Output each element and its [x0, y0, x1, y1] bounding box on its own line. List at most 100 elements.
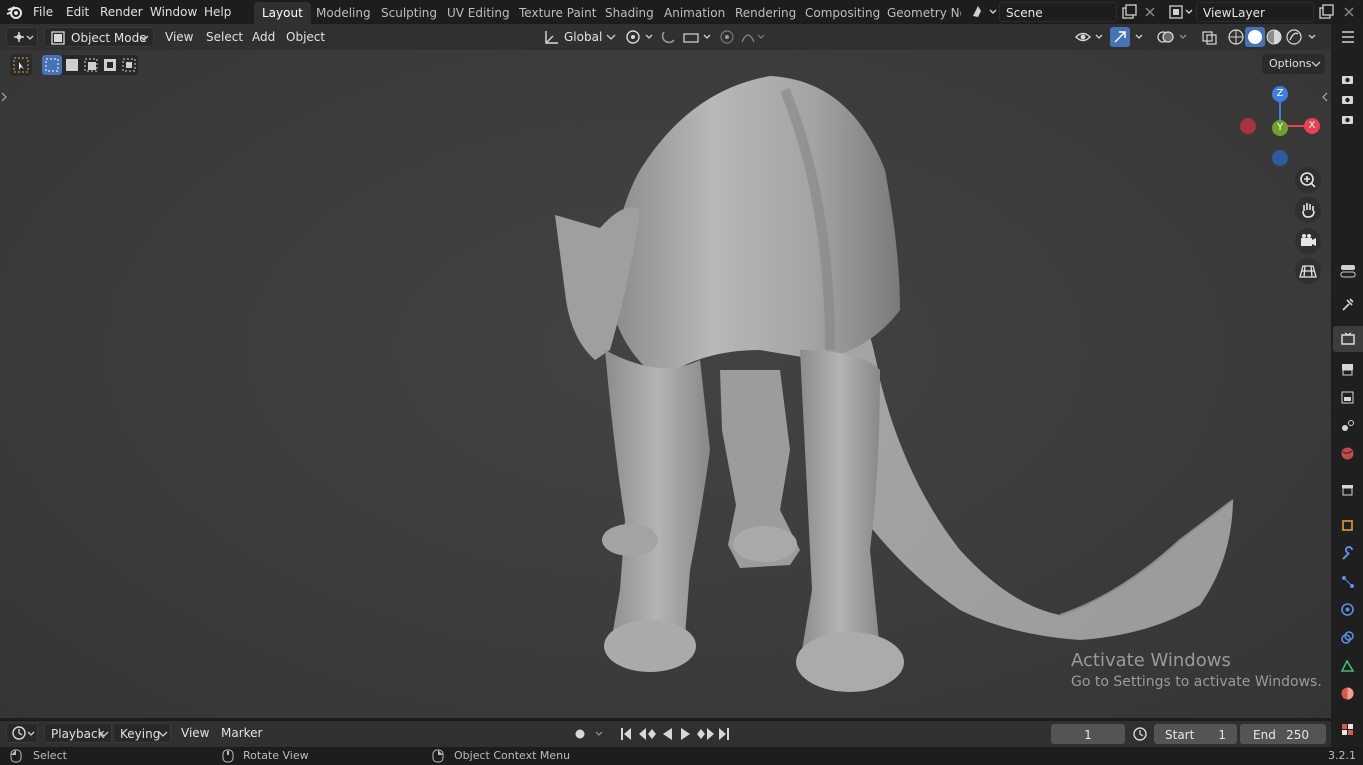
- gizmo-y-axis[interactable]: Y: [1272, 120, 1288, 136]
- menu-window[interactable]: Window: [144, 3, 203, 21]
- gizmo-x-axis[interactable]: X: [1304, 118, 1320, 134]
- current-frame-value: 1: [1084, 728, 1092, 742]
- tab-shading[interactable]: Shading: [597, 2, 662, 24]
- end-frame-field[interactable]: End 250: [1240, 724, 1326, 744]
- data-properties-icon[interactable]: [1340, 658, 1355, 673]
- orientation-label: Global: [564, 30, 603, 44]
- render-properties-tab[interactable]: [1333, 326, 1363, 352]
- mode-dropdown[interactable]: Object Mode: [44, 27, 154, 47]
- play-reverse-icon: [663, 728, 672, 740]
- material-preview-icon[interactable]: [1264, 27, 1284, 47]
- menu-render[interactable]: Render: [94, 3, 149, 21]
- playback-controls[interactable]: [616, 725, 738, 743]
- tab-layout[interactable]: Layout: [254, 2, 311, 24]
- solid-shading-button[interactable]: [1245, 27, 1265, 47]
- gizmo-toggle-button[interactable]: [1110, 27, 1130, 47]
- wireframe-shading-icon[interactable]: [1226, 27, 1246, 47]
- physics-properties-icon[interactable]: [1340, 602, 1355, 617]
- snap-icon[interactable]: [660, 28, 714, 46]
- transform-orientation-dropdown[interactable]: Global: [538, 27, 618, 47]
- rendered-shading-icon[interactable]: [1284, 27, 1304, 47]
- gizmo-z-axis[interactable]: Z: [1272, 86, 1288, 102]
- editor-type-dropdown[interactable]: [6, 27, 38, 47]
- material-properties-icon[interactable]: [1340, 686, 1355, 701]
- gizmo-neg-z-axis[interactable]: [1272, 150, 1288, 166]
- auto-keying-icon[interactable]: [570, 725, 610, 743]
- timeline-menu-view[interactable]: View: [175, 723, 215, 743]
- camera-object-icon[interactable]: [1340, 92, 1355, 107]
- gizmo-neg-x-axis[interactable]: [1240, 118, 1256, 134]
- tab-animation[interactable]: Animation: [656, 2, 733, 24]
- keying-menu[interactable]: Keying: [113, 723, 171, 743]
- zoom-icon: [1300, 172, 1316, 188]
- blender-logo-icon[interactable]: [6, 3, 24, 21]
- 3d-viewport[interactable]: Options Z X Y Activate Windows Go to Set…: [0, 50, 1331, 718]
- menu-help[interactable]: Help: [198, 3, 237, 21]
- camera-collection-icon[interactable]: [1340, 72, 1355, 87]
- zoom-button[interactable]: [1295, 167, 1321, 193]
- properties-editor-icon[interactable]: [1339, 262, 1357, 280]
- collection-properties-icon[interactable]: [1340, 482, 1355, 497]
- light-object-icon[interactable]: [1340, 112, 1355, 127]
- gizmo-z-label: Z: [1276, 88, 1284, 99]
- constraints-properties-icon[interactable]: [1340, 630, 1355, 645]
- new-scene-icon[interactable]: [1120, 3, 1138, 21]
- cat-3d-model[interactable]: [0, 50, 1331, 718]
- tab-sculpting[interactable]: Sculpting: [373, 2, 445, 24]
- tab-texture-paint[interactable]: Texture Paint: [511, 2, 604, 24]
- tab-modeling[interactable]: Modeling: [308, 2, 379, 24]
- timeline-editor-type-dropdown[interactable]: [6, 723, 38, 743]
- chevron-down-icon: [99, 731, 109, 737]
- start-frame-field[interactable]: Start 1: [1154, 724, 1237, 744]
- pan-button[interactable]: [1295, 197, 1321, 223]
- jump-end-icon: [719, 728, 729, 740]
- header-menu-object[interactable]: Object: [280, 27, 331, 47]
- timeline-menu-marker[interactable]: Marker: [215, 723, 268, 743]
- overlays-icon[interactable]: [1156, 28, 1192, 46]
- header-menu-view[interactable]: View: [159, 27, 199, 47]
- modifier-properties-icon[interactable]: [1340, 546, 1355, 561]
- scene-browse-icon[interactable]: [970, 3, 998, 21]
- scene-name-text: Scene: [1006, 6, 1043, 20]
- scene-name-field[interactable]: Scene: [999, 2, 1117, 22]
- pivot-point-icon[interactable]: [624, 28, 656, 46]
- outliner-editor-icon[interactable]: [1339, 28, 1357, 46]
- tab-rendering[interactable]: Rendering: [727, 2, 804, 24]
- world-properties-icon[interactable]: [1340, 446, 1355, 461]
- chevron-down-icon: [158, 731, 168, 737]
- viewport-header: Object Mode View Select Add Object Globa…: [0, 24, 1331, 50]
- navigation-gizmo[interactable]: Z X Y: [1232, 86, 1328, 166]
- perspective-toggle-button[interactable]: [1295, 258, 1321, 284]
- menu-edit[interactable]: Edit: [60, 3, 95, 21]
- output-properties-icon[interactable]: [1340, 362, 1355, 377]
- view-layer-properties-icon[interactable]: [1340, 390, 1355, 405]
- header-menu-select[interactable]: Select: [200, 27, 249, 47]
- object-properties-icon[interactable]: [1340, 518, 1355, 533]
- current-frame-field[interactable]: 1: [1051, 724, 1125, 744]
- timeline-header: Playback Keying View Marker 1 Start 1 En…: [0, 720, 1331, 747]
- chevron-down-icon[interactable]: [1132, 28, 1148, 46]
- visibility-icon[interactable]: [1074, 28, 1106, 46]
- header-menu-add[interactable]: Add: [246, 27, 281, 47]
- status-select-hint: Select: [33, 749, 67, 762]
- tab-compositing[interactable]: Compositing: [797, 2, 888, 24]
- play-icon: [681, 728, 690, 740]
- view-layer-browse-icon[interactable]: [1167, 3, 1195, 21]
- chevron-down-icon[interactable]: [1305, 28, 1321, 46]
- playback-menu[interactable]: Playback: [44, 723, 112, 743]
- scene-properties-icon[interactable]: [1340, 418, 1355, 433]
- tool-properties-icon[interactable]: [1340, 297, 1355, 312]
- close-view-layer-icon[interactable]: [1340, 3, 1358, 21]
- tab-uv-editing[interactable]: UV Editing: [439, 2, 518, 24]
- xray-toggle-icon[interactable]: [1200, 28, 1220, 46]
- preview-range-icon[interactable]: [1131, 725, 1151, 743]
- close-scene-icon[interactable]: [1141, 3, 1159, 21]
- new-view-layer-icon[interactable]: [1317, 3, 1335, 21]
- texture-properties-icon[interactable]: [1340, 722, 1355, 737]
- particles-properties-icon[interactable]: [1340, 574, 1355, 589]
- proportional-editing-icon[interactable]: [718, 28, 770, 46]
- camera-view-button[interactable]: [1295, 228, 1321, 254]
- view-layer-field[interactable]: ViewLayer: [1196, 2, 1314, 22]
- menu-file[interactable]: File: [27, 3, 59, 21]
- tab-geometry-nodes[interactable]: Geometry Noc: [879, 2, 961, 24]
